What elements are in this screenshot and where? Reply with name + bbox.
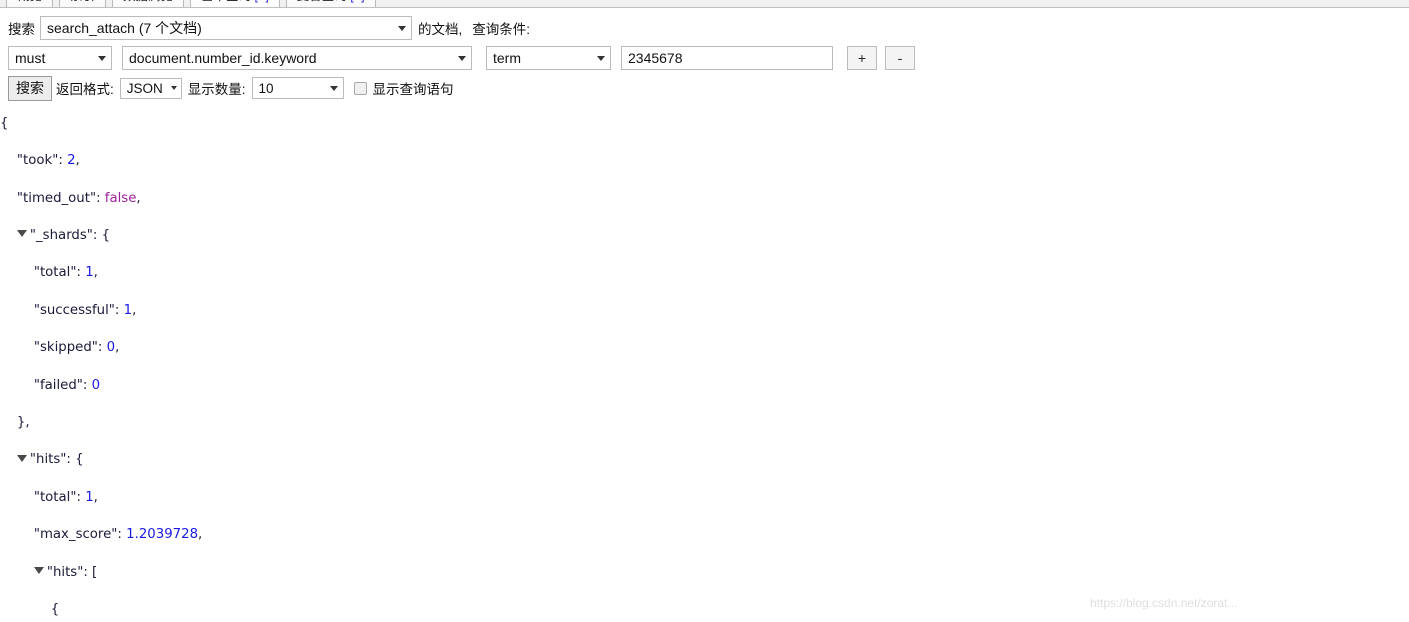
chevron-down-icon: [398, 26, 406, 31]
format-label: 返回格式:: [56, 82, 114, 97]
json-key-shards-successful: "successful": [33, 302, 115, 318]
format-select-value: JSON: [126, 80, 163, 96]
json-line: {: [50, 601, 60, 617]
json-line: "failed": 0: [33, 377, 101, 393]
chevron-down-icon: [170, 86, 177, 90]
tab-compound-query-label: 复合查询: [297, 0, 347, 3]
tab-overview-label: 概览: [17, 0, 42, 3]
tab-compound-query-count: [+]: [350, 0, 364, 3]
app-root: 概览 索引 数据浏览 基本查询 [+] 复合查询 [+] 搜索 search_a…: [0, 0, 1409, 622]
collapse-triangle-icon[interactable]: [33, 567, 44, 575]
tab-index-label: 索引: [70, 0, 95, 3]
json-key-timed-out: "timed_out": [16, 190, 97, 206]
json-line: },: [16, 414, 30, 430]
json-line: {: [0, 115, 9, 131]
collapse-triangle-icon[interactable]: [16, 230, 27, 238]
json-line: "max_score": 1.2039728,: [33, 527, 203, 543]
json-value-shards-failed: 0: [91, 377, 101, 393]
tab-compound-query[interactable]: 复合查询 [+]: [285, 0, 376, 7]
json-value-shards-skipped: 0: [106, 340, 116, 356]
index-select-value: search_attach (7 个文档): [47, 20, 202, 36]
json-key-hits-total: "total": [33, 489, 77, 505]
json-key-shards-skipped: "skipped": [33, 340, 98, 356]
query-form: 搜索 search_attach (7 个文档) 的文档, 查询条件: must…: [0, 14, 1409, 102]
query-form-row-condition: must document.number_id.keyword term + -: [0, 44, 1409, 72]
bool-operator-value: must: [15, 50, 46, 66]
tab-data-browse-label: 数据浏览: [123, 0, 173, 3]
json-line: "timed_out": false,: [16, 190, 141, 206]
doc-suffix-label: 的文档,: [418, 22, 463, 37]
json-line: "successful": 1,: [33, 302, 137, 318]
tab-basic-query-count: [+]: [255, 0, 269, 3]
add-condition-button[interactable]: +: [847, 46, 877, 70]
chevron-down-icon: [458, 56, 466, 61]
json-line: "skipped": 0,: [33, 340, 120, 356]
tab-bar: 概览 索引 数据浏览 基本查询 [+] 复合查询 [+]: [0, 0, 1409, 8]
json-line: "hits": [: [0, 564, 1409, 583]
remove-condition-button[interactable]: -: [885, 46, 915, 70]
json-key-shards-failed: "failed": [33, 377, 83, 393]
collapse-triangle-icon[interactable]: [16, 454, 27, 462]
tab-basic-query[interactable]: 基本查询 [+]: [190, 0, 280, 7]
json-value-took: 2: [67, 153, 76, 169]
index-select[interactable]: search_attach (7 个文档): [40, 16, 412, 40]
json-value-shards-successful: 1: [123, 302, 133, 318]
query-form-row-index: 搜索 search_attach (7 个文档) 的文档, 查询条件:: [0, 14, 1409, 42]
bool-operator-select[interactable]: must: [8, 46, 112, 70]
tab-index[interactable]: 索引: [59, 0, 107, 7]
chevron-down-icon: [597, 56, 605, 61]
field-select[interactable]: document.number_id.keyword: [122, 46, 472, 70]
json-value-shards-total: 1: [85, 265, 94, 281]
json-key-hits: "hits": [29, 452, 67, 468]
json-line: "_shards": {: [0, 227, 1409, 246]
condition-label: 查询条件:: [472, 22, 531, 37]
field-select-value: document.number_id.keyword: [129, 50, 317, 66]
size-label: 显示数量:: [187, 82, 246, 97]
chevron-down-icon: [329, 86, 338, 91]
json-line: "total": 1,: [33, 489, 98, 505]
json-value-max-score: 1.2039728: [126, 527, 199, 543]
json-key-hits-array: "hits": [46, 564, 84, 580]
show-dsl-checkbox[interactable]: [353, 81, 367, 95]
show-dsl-label: 显示查询语句: [372, 82, 454, 97]
json-key-shards-total: "total": [33, 265, 77, 281]
tab-data-browse[interactable]: 数据浏览: [112, 0, 185, 7]
query-type-value: term: [493, 50, 521, 66]
tab-overview[interactable]: 概览: [6, 0, 54, 7]
json-line: "total": 1,: [33, 265, 98, 281]
json-line: "took": 2,: [16, 153, 80, 169]
query-type-select[interactable]: term: [486, 46, 611, 70]
json-value-hits-total: 1: [85, 489, 94, 505]
query-value-input[interactable]: [621, 46, 833, 70]
tab-basic-query-label: 基本查询: [201, 0, 251, 3]
chevron-down-icon: [98, 56, 106, 61]
search-label: 搜索: [8, 22, 35, 37]
json-key-shards: "_shards": [29, 227, 93, 243]
json-key-max-score: "max_score": [33, 527, 118, 543]
json-value-timed-out: false: [104, 190, 137, 206]
size-select-value: 10: [258, 80, 274, 96]
json-key-took: "took": [16, 153, 59, 169]
json-line: "hits": {: [0, 451, 1409, 470]
json-result-viewer[interactable]: { "took": 2, "timed_out": false, "_shard…: [0, 96, 1409, 622]
